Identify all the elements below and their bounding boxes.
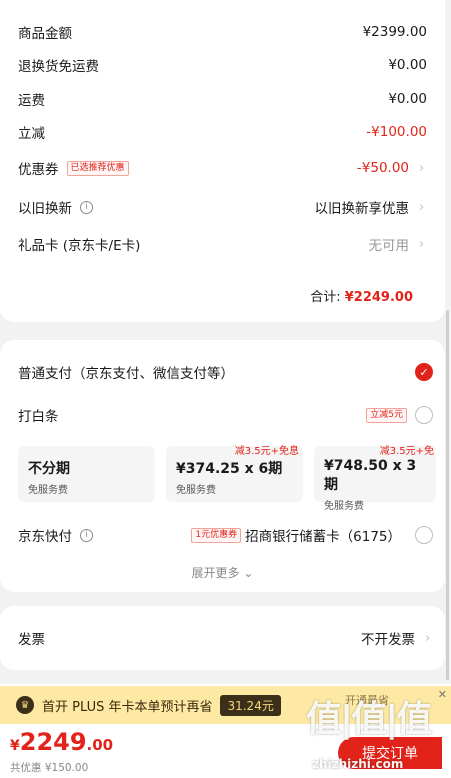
quickpay-coupon-tag: 1元优惠券 bbox=[191, 527, 242, 543]
baitiao-tag: 立减5元 bbox=[366, 407, 407, 423]
instant-discount-label: 立减 bbox=[18, 126, 45, 142]
final-price: ¥ 2249 .00 bbox=[10, 728, 113, 756]
order-summary-card: 商品金额 ¥2399.00 退换货免运费 ¥0.00 运费 ¥0.00 立减 -… bbox=[0, 0, 445, 322]
shipping-label: 运费 bbox=[18, 93, 45, 109]
plus-crown-icon: ♛ bbox=[16, 696, 34, 714]
scrollbar[interactable] bbox=[446, 310, 449, 680]
jd-quickpay-row[interactable]: 京东快付 i 1元优惠券 招商银行储蓄卡（6175） bbox=[18, 523, 433, 547]
gift-card-label: 礼品卡 (京东卡/E卡) bbox=[18, 238, 141, 254]
chevron-right-icon: › bbox=[425, 630, 431, 646]
baitiao-row[interactable]: 打白条 立减5元 bbox=[18, 403, 433, 427]
return-shipping-row: 退换货免运费 ¥0.00 bbox=[18, 53, 427, 77]
watermark-logo: 值|值|值 bbox=[306, 699, 432, 740]
total-value: ¥2249.00 bbox=[344, 290, 413, 305]
return-shipping-label: 退换货免运费 bbox=[18, 59, 99, 75]
goods-amount-row: 商品金额 ¥2399.00 bbox=[18, 20, 427, 44]
checked-icon[interactable]: ✓ bbox=[415, 363, 433, 381]
gift-card-row[interactable]: 礼品卡 (京东卡/E卡) 无可用 › bbox=[18, 232, 427, 256]
normal-payment-label: 普通支付（京东支付、微信支付等） bbox=[18, 366, 234, 382]
baitiao-label: 打白条 bbox=[18, 409, 59, 425]
chevron-right-icon: › bbox=[419, 199, 425, 215]
invoice-value: 不开发票 bbox=[361, 632, 415, 648]
info-icon[interactable]: i bbox=[80, 528, 93, 542]
coupon-row[interactable]: 优惠券 已选推荐优惠 -¥50.00 › bbox=[18, 156, 427, 180]
coupon-label: 优惠券 bbox=[18, 162, 59, 178]
plan-subtitle: 免服务费 bbox=[176, 485, 216, 496]
normal-payment-row[interactable]: 普通支付（京东支付、微信支付等） ✓ bbox=[18, 360, 433, 384]
order-total: 合计: ¥2249.00 bbox=[310, 286, 413, 305]
plan-title: ¥374.25 x 6期 bbox=[176, 461, 283, 477]
trade-in-label: 以旧换新 bbox=[18, 201, 72, 217]
gift-card-value: 无可用 bbox=[368, 238, 410, 254]
info-icon[interactable]: i bbox=[80, 200, 93, 214]
currency-symbol: ¥ bbox=[10, 738, 20, 754]
plan-subtitle: 免服务费 bbox=[28, 485, 68, 496]
close-icon[interactable]: ✕ bbox=[438, 688, 447, 701]
radio-button[interactable] bbox=[415, 526, 433, 544]
coupon-value: -¥50.00 bbox=[356, 160, 409, 176]
trade-in-value: 以旧换新享优惠 bbox=[314, 201, 410, 217]
plan-title: ¥748.50 x 3期 bbox=[324, 458, 417, 493]
goods-amount-value: ¥2399.00 bbox=[362, 24, 427, 40]
shipping-value: ¥0.00 bbox=[388, 91, 427, 107]
trade-in-row[interactable]: 以旧换新 i 以旧换新享优惠 › bbox=[18, 195, 427, 219]
instant-discount-value: -¥100.00 bbox=[366, 124, 427, 140]
radio-button[interactable] bbox=[415, 406, 433, 424]
instant-discount-row: 立减 -¥100.00 bbox=[18, 120, 427, 144]
total-label: 合计: bbox=[310, 290, 341, 305]
watermark-url: zhizhizhi.com bbox=[312, 757, 404, 771]
plan-subtitle: 免服务费 bbox=[324, 501, 364, 512]
total-saved: 共优惠 ¥150.00 bbox=[10, 762, 89, 774]
plus-banner-text: 首开 PLUS 年卡本单预计再省 bbox=[42, 699, 213, 715]
jd-quickpay-label: 京东快付 bbox=[18, 529, 72, 545]
chevron-right-icon: › bbox=[419, 236, 425, 252]
plus-saving-badge: 31.24元 bbox=[220, 694, 281, 716]
expand-more-label: 展开更多 bbox=[191, 566, 240, 580]
installment-plan-option[interactable]: 减3.5元+免息 ¥374.25 x 6期 免服务费 bbox=[166, 446, 303, 502]
return-shipping-value: ¥0.00 bbox=[388, 57, 427, 73]
invoice-row[interactable]: 发票 不开发票 › bbox=[18, 626, 433, 650]
goods-amount-label: 商品金额 bbox=[18, 26, 72, 42]
shipping-row: 运费 ¥0.00 bbox=[18, 87, 427, 111]
chevron-down-icon: ⌄ bbox=[243, 566, 254, 580]
bank-card-label: 招商银行储蓄卡（6175） bbox=[245, 529, 401, 545]
installment-plan-option[interactable]: 减3.5元+免 ¥748.50 x 3期 免服务费 bbox=[314, 446, 436, 512]
plan-promo: 减3.5元+免息 bbox=[234, 446, 299, 457]
expand-more-button[interactable]: 展开更多 ⌄ bbox=[0, 564, 445, 581]
plan-promo: 减3.5元+免 bbox=[379, 446, 434, 457]
price-integer: 2249 bbox=[19, 728, 87, 756]
price-decimal: .00 bbox=[86, 736, 114, 754]
invoice-label: 发票 bbox=[18, 632, 45, 648]
chevron-right-icon: › bbox=[419, 160, 425, 176]
coupon-tag: 已选推荐优惠 bbox=[66, 160, 129, 176]
installment-plan-option[interactable]: 不分期 免服务费 bbox=[18, 446, 155, 502]
plan-title: 不分期 bbox=[28, 461, 70, 477]
